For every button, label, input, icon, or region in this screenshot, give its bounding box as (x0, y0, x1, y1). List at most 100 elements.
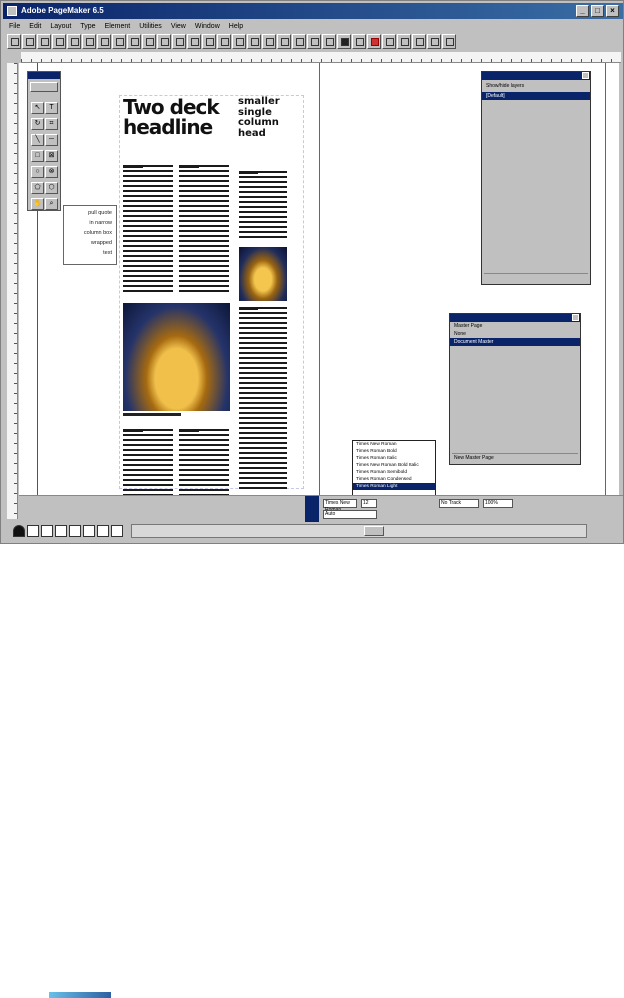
justify-icon[interactable] (202, 34, 216, 49)
width-field[interactable]: 100% (483, 499, 513, 508)
align-right-icon[interactable] (187, 34, 201, 49)
text-icon[interactable] (127, 34, 141, 49)
line-tool-icon[interactable]: ╲ (31, 134, 44, 146)
minimize-button[interactable]: _ (576, 5, 589, 17)
polygon-tool-icon[interactable]: ⬠ (31, 182, 44, 194)
leading-field[interactable]: Auto (323, 510, 377, 519)
save-icon[interactable] (37, 34, 51, 49)
menu-help[interactable]: Help (229, 20, 243, 33)
page-4-icon[interactable] (69, 525, 81, 537)
spell-icon[interactable] (382, 34, 396, 49)
new-icon[interactable] (7, 34, 21, 49)
close-icon[interactable] (582, 72, 589, 79)
crop-tool-icon[interactable]: ⌗ (45, 118, 58, 130)
page-5-icon[interactable] (83, 525, 95, 537)
menu-layout[interactable]: Layout (50, 20, 71, 33)
font-option[interactable]: Times New Roman (356, 441, 435, 448)
menu-type[interactable]: Type (80, 20, 95, 33)
master-page-icon[interactable] (13, 525, 25, 537)
layers-palette-title-bar[interactable] (482, 72, 590, 80)
text-block-column-2-bottom[interactable] (179, 429, 229, 495)
text-block-column-1[interactable] (123, 165, 173, 295)
master-row-none[interactable]: None (450, 330, 580, 338)
zoom-in-icon[interactable] (412, 34, 426, 49)
master-row-document-master[interactable]: Document Master (450, 338, 580, 346)
menu-window[interactable]: Window (195, 20, 220, 33)
castle-small-photo[interactable] (239, 247, 287, 301)
page-7-icon[interactable] (111, 525, 123, 537)
castle-night-photo[interactable] (123, 303, 230, 411)
text-block-column-3-top[interactable] (239, 171, 287, 241)
color-icon[interactable] (367, 34, 381, 49)
link-icon[interactable] (277, 34, 291, 49)
ellipse-frame-tool-icon[interactable]: ⊗ (45, 166, 58, 178)
align-left-icon[interactable] (157, 34, 171, 49)
print-icon[interactable] (52, 34, 66, 49)
zoom-tool-icon[interactable]: ⌕ (45, 198, 58, 210)
pasteboard[interactable]: ↖ T ↻ ⌗ ╲ ─ □ ⊠ ○ ⊗ ⬠ ⬡ ✋ ⌕ pull quote i… (19, 63, 619, 519)
wrap-icon[interactable] (292, 34, 306, 49)
scrollbar-thumb[interactable] (364, 526, 384, 536)
paste-icon[interactable] (97, 34, 111, 49)
font-option-selected[interactable]: Times Roman Light (353, 483, 435, 490)
horizontal-scrollbar[interactable] (131, 524, 587, 538)
font-option[interactable]: Times New Roman Bold Italic (356, 462, 435, 469)
new-master-page-button[interactable]: New Master Page (452, 453, 578, 462)
fill-icon[interactable] (337, 34, 351, 49)
font-dropdown-list[interactable]: Times New Roman Times Roman Bold Times R… (352, 440, 436, 500)
constrained-line-tool-icon[interactable]: ─ (45, 134, 58, 146)
rotate-tool-icon[interactable]: ↻ (31, 118, 44, 130)
menu-utilities[interactable]: Utilities (139, 20, 162, 33)
font-option[interactable]: Times Roman Condensed (356, 476, 435, 483)
text-block-column-2[interactable] (179, 165, 229, 295)
tracking-field[interactable]: No Track (439, 499, 479, 508)
text-block-column-1-bottom[interactable] (123, 429, 173, 495)
help-icon[interactable] (442, 34, 456, 49)
text-tool-icon[interactable]: T (45, 102, 58, 114)
menu-element[interactable]: Element (105, 20, 131, 33)
align-center-icon[interactable] (172, 34, 186, 49)
vertical-ruler[interactable] (7, 63, 18, 519)
menu-view[interactable]: View (171, 20, 186, 33)
font-option[interactable]: Times Roman Semibold (356, 469, 435, 476)
indent-icon[interactable] (232, 34, 246, 49)
control-palette-handle[interactable] (305, 496, 319, 522)
rectangle-frame-tool-icon[interactable]: ⊠ (45, 150, 58, 162)
size-field[interactable]: 12 (361, 499, 377, 508)
font-field[interactable]: Times New Roman (323, 499, 357, 513)
page-1-icon[interactable] (27, 525, 39, 537)
place-icon[interactable] (262, 34, 276, 49)
hand-tool-icon[interactable]: ✋ (31, 198, 44, 210)
page-2-icon[interactable] (41, 525, 53, 537)
group-icon[interactable] (307, 34, 321, 49)
frame-icon[interactable] (247, 34, 261, 49)
close-icon[interactable] (572, 314, 579, 321)
page-headline[interactable]: Two deck headline (123, 97, 238, 137)
bullet-icon[interactable] (217, 34, 231, 49)
rectangle-tool-icon[interactable]: □ (31, 150, 44, 162)
open-icon[interactable] (22, 34, 36, 49)
toolbox-title-bar[interactable] (28, 72, 60, 79)
polygon-frame-tool-icon[interactable]: ⬡ (45, 182, 58, 194)
style-icon[interactable] (142, 34, 156, 49)
master-pages-palette-title-bar[interactable] (450, 314, 580, 322)
copy-icon[interactable] (82, 34, 96, 49)
maximize-button[interactable]: □ (591, 5, 604, 17)
text-block-column-3-bottom[interactable] (239, 307, 287, 492)
title-bar[interactable]: Adobe PageMaker 6.5 _ □ × (3, 3, 623, 19)
pull-quote-box[interactable]: pull quote in narrow column box wrapped … (63, 205, 117, 265)
single-column-head[interactable]: smaller single column head (238, 96, 298, 139)
menu-edit[interactable]: Edit (29, 20, 41, 33)
zoom-out-icon[interactable] (427, 34, 441, 49)
close-button[interactable]: × (606, 5, 619, 17)
lock-icon[interactable] (322, 34, 336, 49)
undo-icon[interactable] (112, 34, 126, 49)
page-6-icon[interactable] (97, 525, 109, 537)
ellipse-tool-icon[interactable]: ○ (31, 166, 44, 178)
page-3-icon[interactable] (55, 525, 67, 537)
horizontal-ruler[interactable] (21, 52, 621, 63)
story-icon[interactable] (397, 34, 411, 49)
pointer-tool-icon[interactable]: ↖ (31, 102, 44, 114)
menu-file[interactable]: File (9, 20, 20, 33)
font-option[interactable]: Times Roman Italic (356, 455, 435, 462)
